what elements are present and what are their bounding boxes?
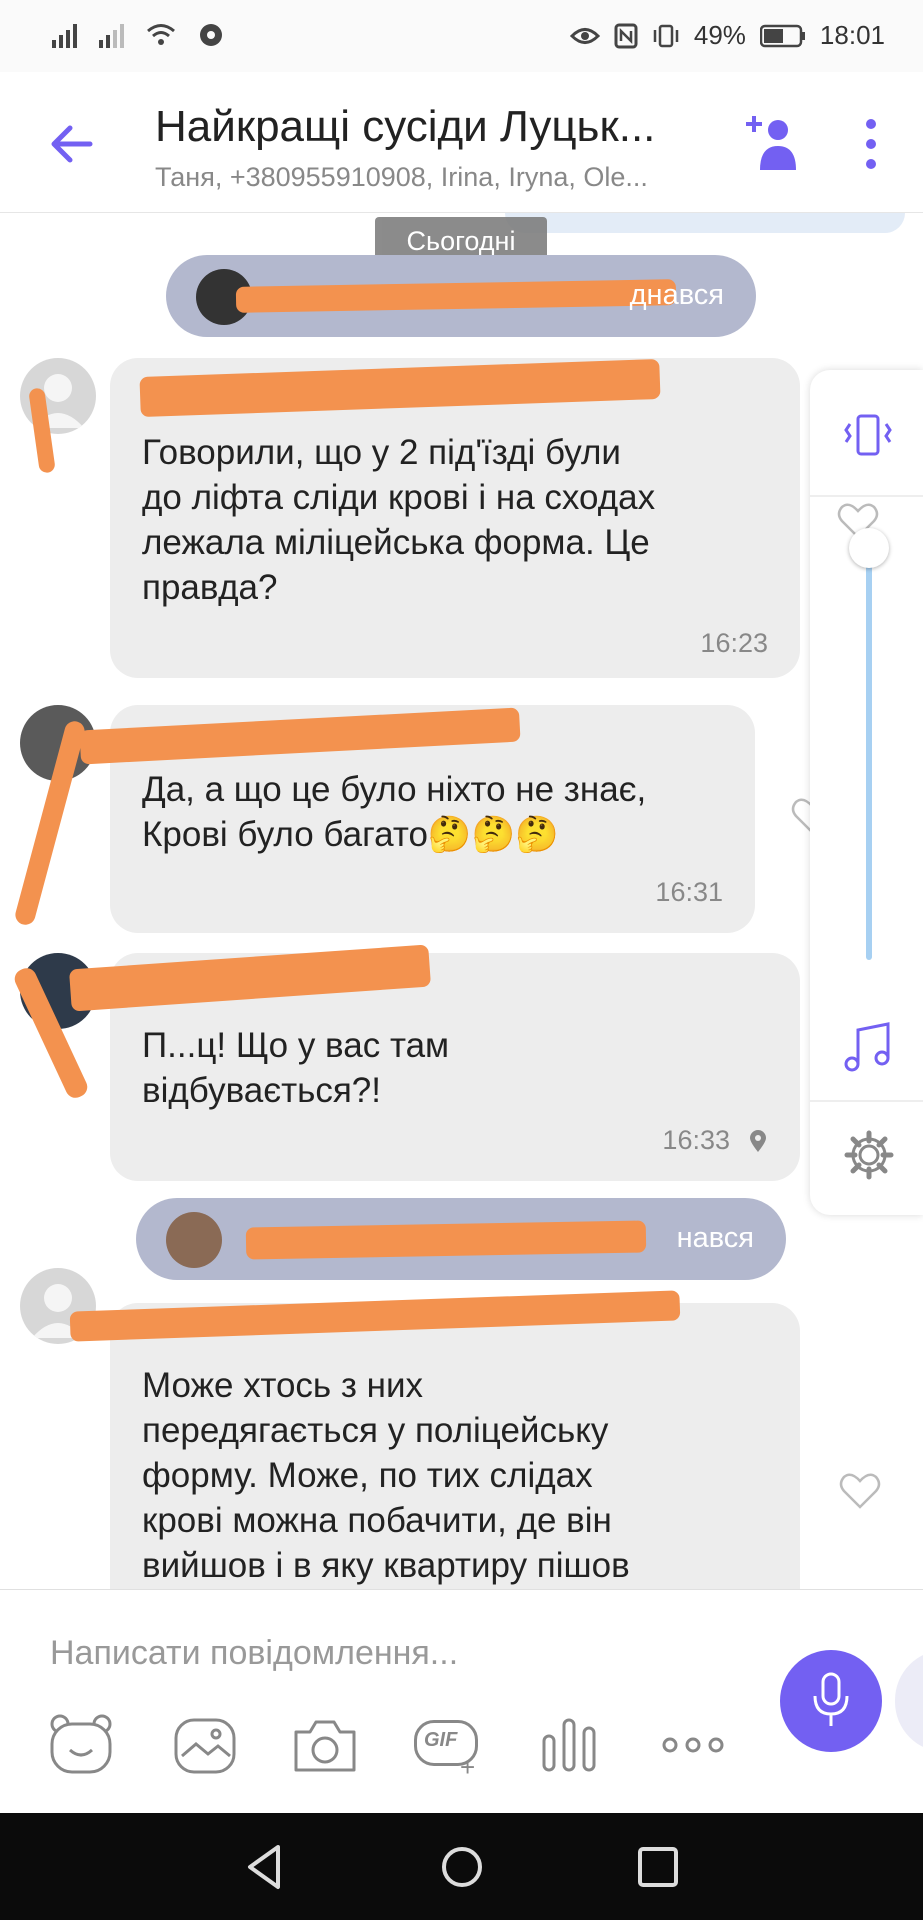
message-text: П...ц! Що у вас там відбувається?! (142, 1026, 450, 1110)
system-message-text: нався (676, 1222, 754, 1254)
gallery-icon[interactable] (170, 1710, 240, 1780)
gif-icon[interactable]: GIF + (410, 1710, 480, 1782)
sticker-icon[interactable] (46, 1710, 116, 1780)
redaction-mark (245, 1220, 647, 1260)
send-panel-edge (895, 1650, 923, 1752)
message-bubble[interactable]: Може хтось з них передягається у поліцей… (110, 1303, 800, 1589)
camera-icon[interactable] (290, 1710, 360, 1780)
previous-bubble-edge (505, 213, 905, 233)
redaction-mark (139, 358, 661, 418)
divider (810, 1100, 923, 1102)
redaction-mark (79, 707, 521, 765)
message-time: 16:33 (662, 1125, 730, 1155)
status-bar: 49% 18:01 (0, 0, 923, 72)
poll-icon[interactable] (534, 1710, 604, 1780)
add-participant-icon[interactable] (742, 110, 802, 174)
battery-percent: 49% (693, 20, 746, 50)
message-time: 16:31 (655, 877, 723, 907)
nav-recents-icon[interactable] (628, 1837, 688, 1897)
message-bubble[interactable]: Да, а що це було ніхто не знає, Крові бу… (79, 705, 755, 933)
android-nav-bar (0, 1813, 923, 1920)
gear-icon[interactable] (844, 1130, 894, 1180)
system-message-text: днався (629, 279, 724, 311)
plus-icon: + (460, 1752, 476, 1782)
microphone-icon (813, 1672, 849, 1726)
nav-back-icon[interactable] (236, 1837, 296, 1897)
message-list[interactable]: Сьогодні днався Говорили, що у 2 під'їзд… (0, 213, 923, 1589)
avatar (166, 1212, 222, 1268)
volume-slider-track[interactable] (866, 540, 872, 960)
media-side-panel (810, 370, 923, 1215)
gif-label: GIF (424, 1729, 458, 1751)
clock: 18:01 (819, 20, 885, 50)
battery-icon (759, 24, 805, 47)
like-heart-icon[interactable] (838, 1470, 882, 1510)
wifi-icon (147, 24, 175, 45)
voice-message-button[interactable] (780, 1650, 882, 1752)
nfc-icon (614, 23, 638, 48)
location-pin-icon (750, 1130, 766, 1152)
message-text: Може хтось з них передягається у поліцей… (142, 1366, 630, 1585)
vibrate-icon (653, 24, 679, 47)
signal-2-icon (99, 22, 124, 48)
chat-header: Найкращі сусіди Луцьк... Таня, +38095591… (0, 72, 923, 213)
chat-title[interactable]: Найкращі сусіди Луцьк... (155, 102, 655, 152)
redaction-mark (235, 279, 677, 313)
message-text: Говорили, що у 2 під'їзді були до ліфта … (142, 433, 656, 607)
more-options-icon[interactable] (856, 116, 886, 172)
message-bubble[interactable]: П...ц! Що у вас там відбувається?! 16:33 (68, 944, 800, 1181)
chrome-icon (200, 24, 222, 46)
message-bubble[interactable]: Говорили, що у 2 під'їзді були до ліфта … (110, 358, 800, 678)
system-message: нався (136, 1198, 786, 1280)
music-note-icon[interactable] (836, 1020, 906, 1080)
vibrate-mode-icon[interactable] (840, 410, 896, 460)
eye-icon (569, 27, 600, 44)
redaction-mark (68, 944, 432, 1012)
divider (810, 495, 923, 497)
back-arrow-icon[interactable] (44, 116, 100, 172)
nav-home-icon[interactable] (432, 1837, 492, 1897)
message-text: Да, а що це було ніхто не знає, Крові бу… (142, 770, 647, 854)
system-message: днався (166, 255, 756, 337)
message-time: 16:23 (700, 628, 768, 658)
more-attachments-icon[interactable] (658, 1710, 728, 1780)
volume-slider-thumb[interactable] (849, 528, 889, 568)
message-composer: Написати повідомлення... GIF + (0, 1589, 923, 1814)
signal-icon (52, 22, 77, 48)
message-input[interactable]: Написати повідомлення... (50, 1634, 458, 1673)
chat-participants[interactable]: Таня, +380955910908, Irina, Iryna, Ole..… (155, 162, 648, 193)
